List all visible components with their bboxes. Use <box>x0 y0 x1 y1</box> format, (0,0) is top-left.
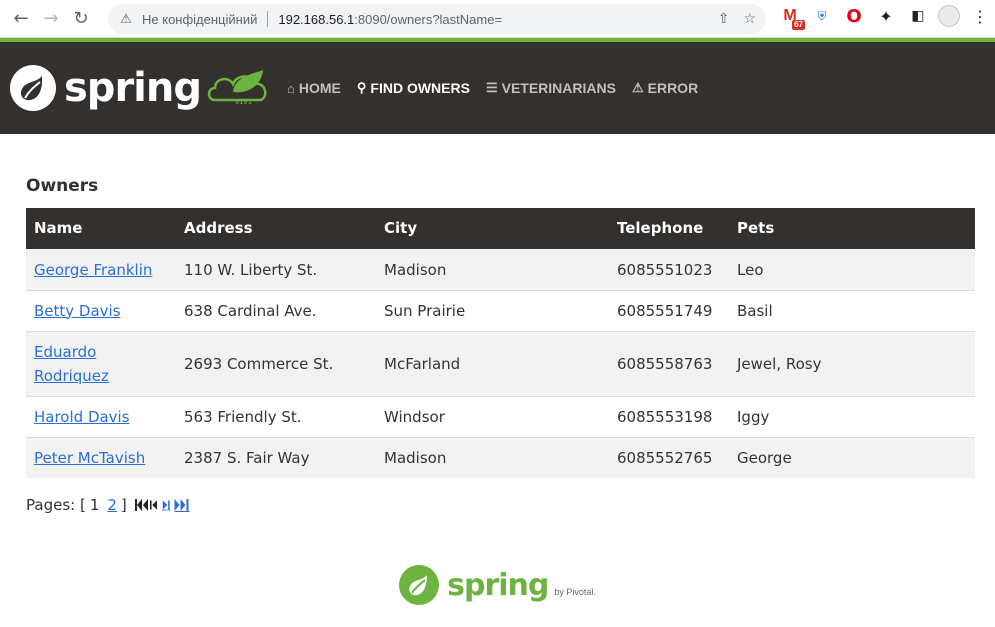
footer-brand-name: spring <box>447 567 549 603</box>
column-header-city: City <box>384 219 418 237</box>
nav-error-label: ERROR <box>647 80 699 96</box>
brand-logo[interactable]: spring 0101 <box>10 65 271 111</box>
owner-pets: Jewel, Rosy <box>729 330 975 396</box>
table-header-row: Name Address City Telephone Pets <box>26 208 975 249</box>
spring-footer-mark-icon <box>399 565 440 605</box>
gmail-extension-icon[interactable]: M 67 <box>778 4 805 30</box>
owner-address: 2387 S. Fair Way <box>176 436 376 478</box>
owner-telephone: 6085551749 <box>609 289 729 331</box>
owner-pets: Iggy <box>729 395 975 437</box>
owner-city: Sun Prairie <box>376 289 609 331</box>
table-row: Peter McTavish 2387 S. Fair Way Madison … <box>26 436 975 478</box>
shield-extension-icon[interactable]: ⛨ <box>810 4 834 28</box>
owner-link[interactable]: Eduardo Rodriquez <box>34 343 109 385</box>
owner-city: McFarland <box>376 330 609 396</box>
browser-toolbar: ← → ↻ ⚠ Не конфіденційний 192.168.56.1:8… <box>0 0 995 38</box>
forward-button[interactable]: → <box>36 4 66 34</box>
owner-pets: George <box>729 436 975 478</box>
footer-logo: spring by Pivotal. <box>0 565 995 605</box>
brand-name: spring <box>64 65 202 111</box>
column-header-address: Address <box>184 219 253 237</box>
home-icon: ⌂ <box>287 80 295 96</box>
next-page-icon[interactable] <box>161 498 172 512</box>
gmail-badge: 67 <box>792 20 805 30</box>
first-page-icon <box>134 499 148 511</box>
owner-city: Madison <box>376 248 609 290</box>
star-icon[interactable]: ☆ <box>743 11 756 27</box>
owners-table: Name Address City Telephone Pets George … <box>26 208 975 478</box>
column-header-telephone: Telephone <box>617 219 704 237</box>
main-content: Owners Name Address City Telephone Pets … <box>0 134 995 514</box>
pagination: Pages: [ 1 2 ] <box>26 496 975 514</box>
reload-button[interactable]: ↻ <box>66 4 96 34</box>
pager-label: Pages: <box>26 496 76 514</box>
side-panel-icon[interactable]: ◧ <box>906 4 930 28</box>
previous-page-icon <box>149 500 157 510</box>
nav-home[interactable]: ⌂ HOME <box>287 80 341 96</box>
owner-telephone: 6085552765 <box>609 436 729 478</box>
warning-icon[interactable]: ⚠ <box>118 11 134 27</box>
nav-error[interactable]: ⚠ ERROR <box>632 80 698 96</box>
leaf-cloud-icon: 0101 <box>207 70 267 106</box>
owner-telephone: 6085551023 <box>609 248 729 290</box>
owner-city: Windsor <box>376 395 609 437</box>
owner-link[interactable]: Peter McTavish <box>34 449 145 467</box>
owner-telephone: 6085558763 <box>609 330 729 396</box>
nav-veterinarians[interactable]: ☰ VETERINARIANS <box>486 80 616 96</box>
pager-page-2-link[interactable]: 2 <box>107 496 117 514</box>
search-icon: ⚲ <box>356 80 367 95</box>
nav-veterinarians-label: VETERINARIANS <box>501 80 616 96</box>
column-header-pets: Pets <box>737 219 775 237</box>
table-row: Eduardo Rodriquez 2693 Commerce St. McFa… <box>26 330 975 396</box>
owner-address: 2693 Commerce St. <box>176 330 376 396</box>
app-navbar: spring 0101 ⌂ HOME ⚲ FIND OWNERS ☰ VETER… <box>0 42 995 134</box>
owner-link[interactable]: Betty Davis <box>34 302 121 320</box>
back-button[interactable]: ← <box>6 4 36 34</box>
owner-city: Madison <box>376 436 609 478</box>
page-title: Owners <box>26 176 99 196</box>
warning-icon: ⚠ <box>631 80 644 95</box>
owner-link[interactable]: George Franklin <box>34 261 152 279</box>
last-page-icon[interactable] <box>174 498 190 512</box>
puzzle-icon[interactable]: ✦ <box>874 4 898 28</box>
owner-address: 638 Cardinal Ave. <box>176 289 376 331</box>
owner-telephone: 6085553198 <box>609 395 729 437</box>
nav-find-owners[interactable]: ⚲ FIND OWNERS <box>357 80 470 96</box>
owner-pets: Basil <box>729 289 975 331</box>
owner-address: 110 W. Liberty St. <box>176 248 376 290</box>
table-row: Harold Davis 563 Friendly St. Windsor 60… <box>26 395 975 437</box>
share-icon[interactable]: ⇧ <box>718 11 730 27</box>
owner-link[interactable]: Harold Davis <box>34 408 130 426</box>
separator <box>267 11 269 27</box>
spring-mark-icon <box>10 65 56 111</box>
main-nav: ⌂ HOME ⚲ FIND OWNERS ☰ VETERINARIANS ⚠ E… <box>287 80 698 96</box>
pager-open-bracket: [ <box>79 496 86 514</box>
column-header-name: Name <box>34 219 83 237</box>
profile-avatar-icon[interactable] <box>938 5 960 27</box>
leaf-binary-label: 0101 <box>235 98 252 106</box>
pager-close-bracket: ] <box>120 496 127 514</box>
table-row: George Franklin 110 W. Liberty St. Madis… <box>26 248 975 290</box>
list-icon: ☰ <box>485 80 498 95</box>
pager-current-page: 1 <box>89 496 100 514</box>
nav-find-owners-label: FIND OWNERS <box>370 80 470 96</box>
owner-address: 563 Friendly St. <box>176 395 376 437</box>
address-bar[interactable]: ⚠ Не конфіденційний 192.168.56.1:8090/ow… <box>108 4 766 34</box>
owner-pets: Leo <box>729 248 975 290</box>
table-row: Betty Davis 638 Cardinal Ave. Sun Prairi… <box>26 289 975 331</box>
opera-extension-icon[interactable]: O <box>842 4 866 28</box>
nav-home-label: HOME <box>298 80 341 96</box>
security-label: Не конфіденційний <box>142 11 258 27</box>
footer-by-pivotal: by Pivotal. <box>554 587 596 597</box>
menu-kebab-icon[interactable]: ⋮ <box>968 4 992 28</box>
url-text[interactable]: 192.168.56.1:8090/owners?lastName= <box>278 12 717 27</box>
